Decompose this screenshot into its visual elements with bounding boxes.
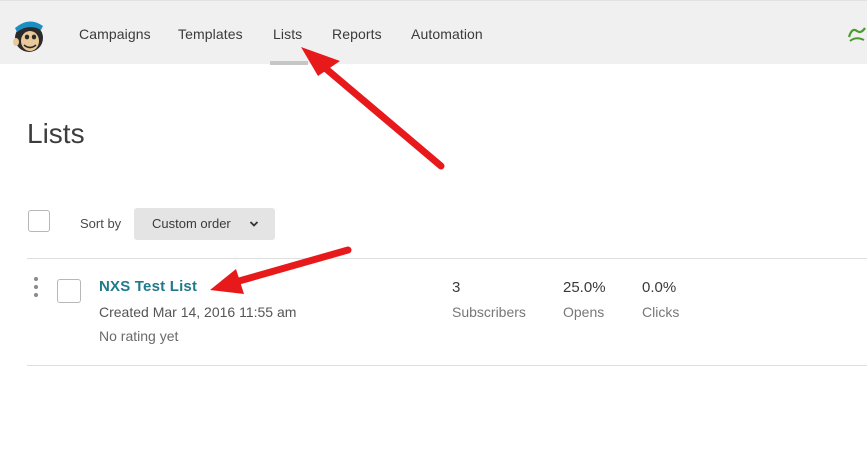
sort-dropdown-value: Custom order (152, 216, 231, 231)
opens-label: Opens (563, 304, 605, 320)
account-logo-icon[interactable] (846, 23, 867, 45)
mailchimp-lists-page: Campaigns Templates Lists Reports Automa… (0, 0, 867, 464)
arrow-to-lists-nav (301, 47, 445, 170)
top-navigation-bar: Campaigns Templates Lists Reports Automa… (0, 0, 867, 65)
list-row-checkbox[interactable] (57, 279, 81, 303)
nav-templates[interactable]: Templates (178, 26, 243, 42)
sort-dropdown[interactable]: Custom order (134, 208, 275, 240)
subscribers-count: 3 (452, 279, 461, 296)
list-created-date: Created Mar 14, 2016 11:55 am (99, 304, 297, 320)
opens-rate: 25.0% (563, 279, 606, 296)
clicks-label: Clicks (642, 304, 680, 320)
select-all-checkbox[interactable] (28, 210, 50, 232)
more-options-icon[interactable] (33, 277, 39, 299)
mailchimp-logo-icon[interactable] (10, 15, 48, 55)
arrow-to-list-name (210, 246, 352, 294)
page-title: Lists (27, 118, 85, 149)
nav-automation[interactable]: Automation (411, 26, 483, 42)
annotation-arrows (210, 47, 445, 294)
sort-label: Sort by (80, 216, 122, 231)
nav-lists[interactable]: Lists (273, 26, 302, 42)
divider-top (27, 258, 867, 259)
divider-bottom (27, 365, 867, 366)
nav-reports[interactable]: Reports (332, 26, 382, 42)
list-name-link[interactable]: NXS Test List (99, 278, 197, 295)
nav-campaigns[interactable]: Campaigns (79, 26, 151, 42)
clicks-rate: 0.0% (642, 279, 677, 296)
list-rating: No rating yet (99, 328, 179, 344)
chevron-down-icon (249, 221, 259, 227)
subscribers-label: Subscribers (452, 304, 526, 320)
nav-active-indicator (270, 61, 308, 65)
